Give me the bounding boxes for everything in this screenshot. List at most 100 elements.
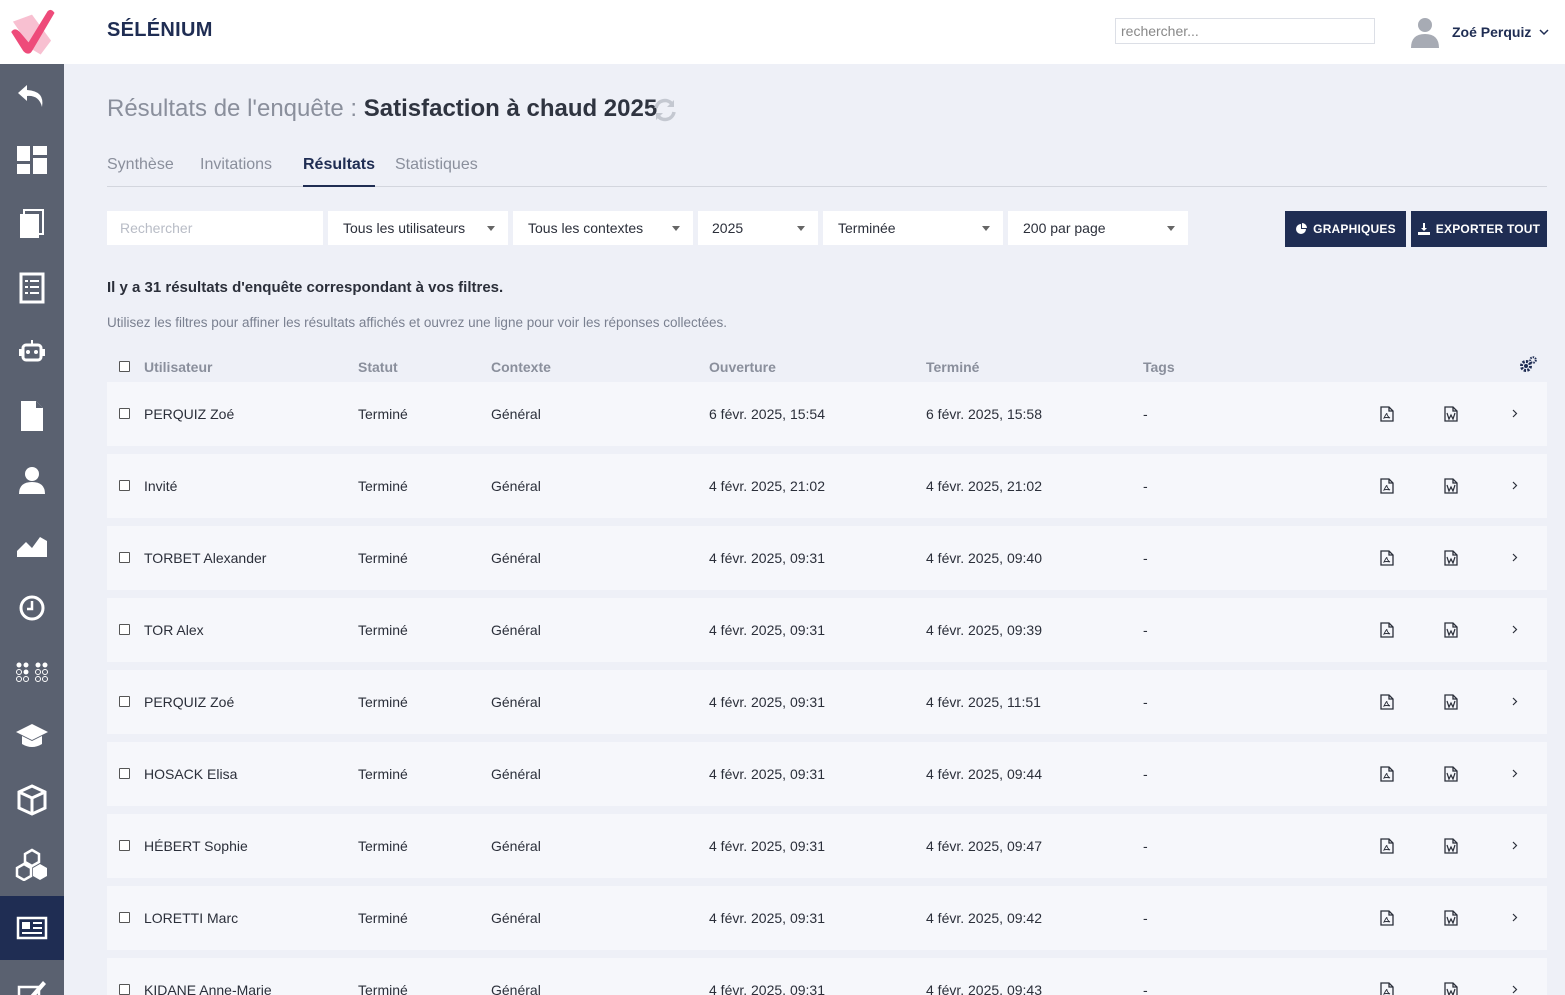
- sidebar-item-edit[interactable]: [0, 960, 64, 995]
- chevron-right-icon[interactable]: [1511, 622, 1519, 636]
- page-title-prefix: Résultats de l'enquête :: [107, 95, 364, 122]
- cell-opened: 4 févr. 2025, 09:31: [709, 694, 825, 710]
- dashboard-icon: [17, 146, 47, 174]
- charts-button[interactable]: GRAPHIQUES: [1285, 211, 1406, 247]
- cell-tags: -: [1143, 982, 1148, 995]
- pdf-export-icon[interactable]: [1380, 910, 1394, 926]
- cell-status: Terminé: [358, 982, 408, 995]
- sidebar-item-file[interactable]: [0, 384, 64, 448]
- row-checkbox[interactable]: [119, 696, 130, 707]
- global-search-input[interactable]: [1115, 18, 1375, 44]
- row-checkbox[interactable]: [119, 984, 130, 995]
- sidebar-item-back[interactable]: [0, 64, 64, 128]
- cell-context: Général: [491, 838, 541, 854]
- row-checkbox[interactable]: [119, 840, 130, 851]
- table-row[interactable]: HÉBERT Sophie Terminé Général 4 févr. 20…: [107, 814, 1547, 878]
- chevron-right-icon[interactable]: [1511, 406, 1519, 420]
- app-logo[interactable]: [0, 0, 64, 64]
- pdf-export-icon[interactable]: [1380, 982, 1394, 995]
- table-row[interactable]: Invité Terminé Général 4 févr. 2025, 21:…: [107, 454, 1547, 518]
- sidebar-item-chart[interactable]: [0, 512, 64, 576]
- column-header-status[interactable]: Statut: [358, 359, 398, 375]
- table-row[interactable]: KIDANE Anne-Marie Terminé Général 4 févr…: [107, 958, 1547, 995]
- table-row[interactable]: PERQUIZ Zoé Terminé Général 4 févr. 2025…: [107, 670, 1547, 734]
- chevron-right-icon[interactable]: [1511, 838, 1519, 852]
- refresh-icon[interactable]: [651, 96, 679, 124]
- column-header-user[interactable]: Utilisateur: [144, 359, 212, 375]
- sidebar-item-surveys[interactable]: [0, 896, 64, 960]
- cell-opened: 4 févr. 2025, 09:31: [709, 766, 825, 782]
- cell-context: Général: [491, 910, 541, 926]
- table-row[interactable]: TORBET Alexander Terminé Général 4 févr.…: [107, 526, 1547, 590]
- sidebar-item-training[interactable]: [0, 704, 64, 768]
- word-export-icon[interactable]: [1444, 694, 1458, 710]
- select-all-checkbox[interactable]: [119, 361, 130, 372]
- brand-name[interactable]: SÉLÉNIUM: [107, 19, 213, 42]
- cell-status: Terminé: [358, 622, 408, 638]
- chevron-right-icon[interactable]: [1511, 478, 1519, 492]
- users-filter-select[interactable]: Tous les utilisateurs: [328, 211, 508, 245]
- year-filter-select[interactable]: 2025: [698, 211, 818, 245]
- row-checkbox[interactable]: [119, 768, 130, 779]
- word-export-icon[interactable]: [1444, 478, 1458, 494]
- tab-synthese[interactable]: Synthèse: [107, 156, 174, 187]
- tab-resultats[interactable]: Résultats: [303, 156, 376, 187]
- table-row[interactable]: HOSACK Elisa Terminé Général 4 févr. 202…: [107, 742, 1547, 806]
- table-row[interactable]: PERQUIZ Zoé Terminé Général 6 févr. 2025…: [107, 382, 1547, 446]
- row-checkbox[interactable]: [119, 912, 130, 923]
- cell-opened: 4 févr. 2025, 09:31: [709, 622, 825, 638]
- cell-finished: 4 févr. 2025, 09:44: [926, 766, 1042, 782]
- row-checkbox[interactable]: [119, 624, 130, 635]
- sidebar-item-cube[interactable]: [0, 768, 64, 832]
- sidebar-item-robot[interactable]: [0, 320, 64, 384]
- cell-opened: 6 févr. 2025, 15:54: [709, 406, 825, 422]
- chevron-right-icon[interactable]: [1511, 982, 1519, 995]
- word-export-icon[interactable]: [1444, 982, 1458, 995]
- word-export-icon[interactable]: [1444, 910, 1458, 926]
- row-checkbox[interactable]: [119, 552, 130, 563]
- tab-invitations[interactable]: Invitations: [200, 156, 272, 187]
- pdf-export-icon[interactable]: [1380, 406, 1394, 422]
- per-page-select[interactable]: 200 par page: [1008, 211, 1188, 245]
- pdf-export-icon[interactable]: [1380, 838, 1394, 854]
- word-export-icon[interactable]: [1444, 406, 1458, 422]
- word-export-icon[interactable]: [1444, 550, 1458, 566]
- pdf-export-icon[interactable]: [1380, 766, 1394, 782]
- user-menu[interactable]: Zoé Perquiz: [1410, 16, 1549, 48]
- cell-status: Terminé: [358, 766, 408, 782]
- chevron-right-icon[interactable]: [1511, 694, 1519, 708]
- row-checkbox[interactable]: [119, 480, 130, 491]
- cell-context: Général: [491, 622, 541, 638]
- status-filter-select[interactable]: Terminée: [823, 211, 1003, 245]
- contexts-filter-select[interactable]: Tous les contextes: [513, 211, 693, 245]
- word-export-icon[interactable]: [1444, 766, 1458, 782]
- word-export-icon[interactable]: [1444, 622, 1458, 638]
- table-row[interactable]: TOR Alex Terminé Général 4 févr. 2025, 0…: [107, 598, 1547, 662]
- export-all-button[interactable]: EXPORTER TOUT: [1411, 211, 1547, 247]
- chevron-right-icon[interactable]: [1511, 910, 1519, 924]
- pdf-export-icon[interactable]: [1380, 694, 1394, 710]
- pdf-export-icon[interactable]: [1380, 550, 1394, 566]
- dropdown-caret-icon: [1167, 226, 1175, 231]
- chevron-right-icon[interactable]: [1511, 766, 1519, 780]
- sidebar-item-dashboard[interactable]: [0, 128, 64, 192]
- column-header-finished[interactable]: Terminé: [926, 359, 979, 375]
- sidebar-item-user[interactable]: [0, 448, 64, 512]
- sidebar-item-list[interactable]: [0, 256, 64, 320]
- chevron-right-icon[interactable]: [1511, 550, 1519, 564]
- sidebar-item-history[interactable]: [0, 576, 64, 640]
- pdf-export-icon[interactable]: [1380, 622, 1394, 638]
- pdf-export-icon[interactable]: [1380, 478, 1394, 494]
- sidebar-item-cubes[interactable]: [0, 832, 64, 896]
- row-checkbox[interactable]: [119, 408, 130, 419]
- results-search-input[interactable]: Rechercher: [107, 211, 323, 245]
- sidebar-item-grid[interactable]: [0, 640, 64, 704]
- column-settings-icon[interactable]: [1519, 356, 1537, 374]
- tab-statistiques[interactable]: Statistiques: [395, 156, 478, 187]
- table-row[interactable]: LORETTI Marc Terminé Général 4 févr. 202…: [107, 886, 1547, 950]
- sidebar-item-documents[interactable]: [0, 192, 64, 256]
- column-header-opened[interactable]: Ouverture: [709, 359, 776, 375]
- word-export-icon[interactable]: [1444, 838, 1458, 854]
- column-header-tags[interactable]: Tags: [1143, 359, 1175, 375]
- column-header-context[interactable]: Contexte: [491, 359, 551, 375]
